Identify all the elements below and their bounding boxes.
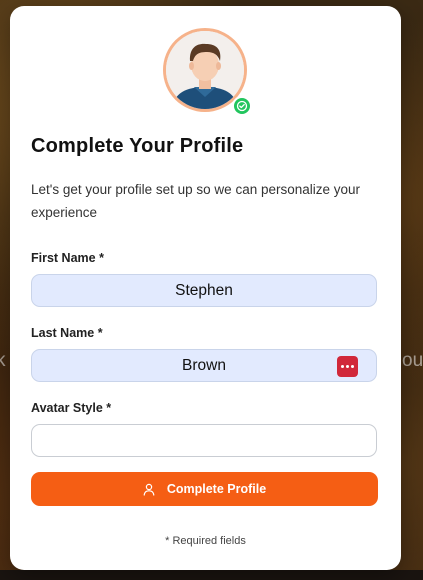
form-subtitle: Let's get your profile set up so we can … [31,182,361,220]
avatar-illustration [166,31,244,109]
avatar [163,28,252,116]
required-fields-note: * Required fields [165,535,246,547]
last-name-label: Last Name * [31,326,103,340]
first-name-value: Stephen [175,282,233,299]
last-name-field[interactable]: Brown [31,349,377,382]
background-text-fragment-right: ou [402,350,423,371]
avatar-image [166,31,244,109]
background-text-fragment-left: k [0,350,6,371]
complete-profile-label: Complete Profile [166,482,267,496]
first-name-field[interactable]: Stephen [31,274,377,307]
profile-modal: Complete Your Profile Let's get your pro… [10,6,401,570]
last-name-value: Brown [182,357,226,374]
form-title: Complete Your Profile [31,135,244,157]
online-status-badge [232,96,252,116]
password-manager-icon[interactable] [337,356,358,377]
bottom-bar [0,570,423,580]
first-name-label: First Name * [31,251,104,265]
check-circle-icon [236,100,248,112]
avatar-style-field[interactable] [31,424,377,457]
user-icon [143,483,155,496]
complete-profile-button[interactable]: Complete Profile [31,472,378,506]
avatar-style-label: Avatar Style * [31,401,112,415]
